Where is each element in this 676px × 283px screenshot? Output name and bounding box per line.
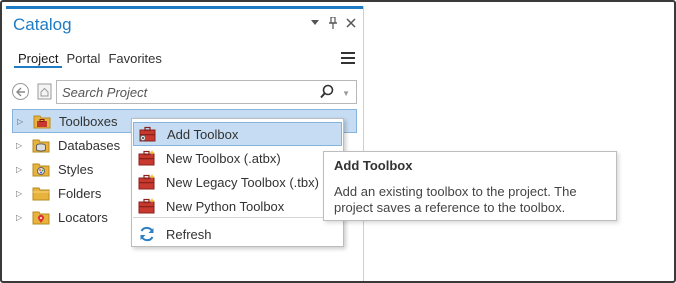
pane-controls [309,16,357,30]
tooltip-title: Add Toolbox [334,158,413,173]
expand-arrow-icon[interactable]: ▷ [16,189,26,198]
menu-item-label: New Toolbox (.atbx) [166,150,281,166]
search-row: ▼ [12,80,357,104]
menu-item-label: Add Toolbox [167,126,239,142]
chevron-down-icon[interactable] [309,16,321,30]
new-legacy-toolbox-icon [137,173,157,191]
search-options-chevron-icon[interactable]: ▼ [342,89,350,98]
locators-folder-icon [32,209,50,225]
expand-arrow-icon[interactable]: ▷ [16,213,26,222]
expand-arrow-icon[interactable]: ▷ [17,117,27,126]
menu-item-new-legacy-toolbox[interactable]: New Legacy Toolbox (.tbx) [133,170,342,194]
tree-item-label: Folders [58,185,102,201]
add-toolbox-icon [138,125,158,143]
expand-arrow-icon[interactable]: ▷ [16,141,26,150]
tooltip-body: Add an existing toolbox to the project. … [334,184,577,215]
context-menu: Add Toolbox New Toolbox (.atbx) New Lega… [131,118,344,247]
tab-project[interactable]: Project [14,50,63,68]
tab-portal[interactable]: Portal [62,50,104,68]
menu-item-label: New Legacy Toolbox (.tbx) [166,174,319,190]
tab-favorites[interactable]: Favorites [104,50,165,68]
toolbox-folder-icon [33,113,51,129]
new-python-toolbox-icon [137,197,157,215]
pane-title: Catalog [13,15,72,34]
close-icon[interactable] [345,16,357,30]
tooltip: Add Toolbox Add an existing toolbox to t… [323,151,617,221]
tree-item-label: Toolboxes [59,113,118,129]
pin-icon[interactable] [327,16,339,30]
back-arrow-icon[interactable] [12,83,29,100]
menu-item-new-toolbox[interactable]: New Toolbox (.atbx) [133,146,342,170]
folder-icon [32,185,50,201]
menu-item-add-toolbox[interactable]: Add Toolbox [133,122,342,146]
hamburger-menu-icon[interactable] [341,52,355,64]
catalog-tabs: Project Portal Favorites [14,50,166,68]
tree-item-label: Locators [58,209,108,225]
pane-accent-bar [6,6,363,9]
search-input[interactable] [57,81,317,103]
window-frame: Catalog Project Portal Favorites Search … [0,0,676,283]
menu-item-label: New Python Toolbox [166,198,285,214]
map-area [364,6,672,281]
search-box: ▼ [56,80,357,104]
menu-item-refresh[interactable]: Refresh [133,222,342,246]
project-home-icon[interactable] [36,82,54,102]
expand-arrow-icon[interactable]: ▷ [16,165,26,174]
search-icon[interactable] [320,84,334,100]
menu-item-label: Refresh [166,226,212,242]
menu-separator [133,217,342,218]
styles-folder-icon [32,161,50,177]
refresh-icon [137,225,157,243]
tree-item-label: Styles [58,161,94,177]
tree-item-label: Databases [58,137,121,153]
new-toolbox-icon [137,149,157,167]
database-folder-icon [32,137,50,153]
menu-item-new-python-toolbox[interactable]: New Python Toolbox [133,194,342,218]
